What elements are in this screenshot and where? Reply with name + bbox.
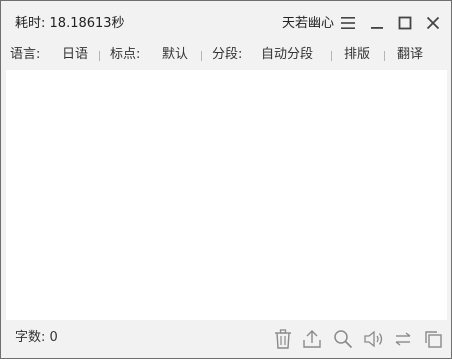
copy-icon — [425, 331, 442, 348]
elapsed-time: 耗时: 18.18613秒 — [15, 15, 125, 33]
language-select[interactable]: 日语 — [62, 46, 88, 64]
swap-button[interactable] — [392, 328, 414, 350]
maximize-icon — [398, 16, 412, 30]
options-bar: 语言: 日语 标点: 默认 分段: 自动分段 排版 翻译 — [1, 41, 451, 69]
ocr-text-area[interactable] — [6, 70, 447, 320]
maximize-button[interactable] — [395, 13, 415, 33]
share-button[interactable] — [301, 328, 323, 350]
language-label: 语言: — [10, 47, 41, 62]
char-count-label: 字数: — [15, 330, 46, 345]
app-window: 耗时: 18.18613秒 天若幽心 语言: 日语 标点: 默认 分段: 自动分… — [0, 0, 452, 359]
minimize-button[interactable] — [367, 13, 387, 33]
elapsed-value: 18.18613秒 — [49, 16, 125, 31]
divider — [201, 51, 202, 61]
swap-icon — [395, 332, 411, 346]
search-button[interactable] — [332, 328, 354, 350]
punctuation-select[interactable]: 默认 — [162, 46, 188, 64]
char-count-value: 0 — [49, 330, 58, 345]
char-count: 字数: 0 — [15, 329, 58, 347]
close-button[interactable] — [423, 13, 443, 33]
status-bar: 字数: 0 — [1, 320, 451, 358]
speak-button[interactable] — [363, 328, 385, 350]
layout-button[interactable]: 排版 — [344, 46, 370, 64]
divider — [384, 51, 385, 61]
close-icon — [426, 16, 440, 30]
clear-button[interactable] — [272, 328, 294, 350]
menu-button[interactable] — [338, 13, 358, 33]
segment-label: 分段: — [212, 47, 243, 62]
hamburger-menu-icon — [341, 17, 355, 29]
divider — [99, 51, 100, 61]
elapsed-label: 耗时: — [15, 16, 46, 31]
speaker-icon — [364, 330, 383, 348]
divider — [331, 51, 332, 61]
segment-select[interactable]: 自动分段 — [261, 46, 313, 64]
search-icon — [334, 330, 353, 349]
trash-icon — [275, 329, 291, 349]
punctuation-label: 标点: — [110, 47, 141, 62]
translate-button[interactable]: 翻译 — [397, 46, 423, 64]
title-bar[interactable]: 耗时: 18.18613秒 天若幽心 — [1, 1, 451, 41]
user-name: 天若幽心 — [282, 16, 335, 31]
minimize-icon — [371, 27, 383, 29]
share-icon — [303, 330, 321, 348]
copy-button[interactable] — [422, 328, 444, 350]
